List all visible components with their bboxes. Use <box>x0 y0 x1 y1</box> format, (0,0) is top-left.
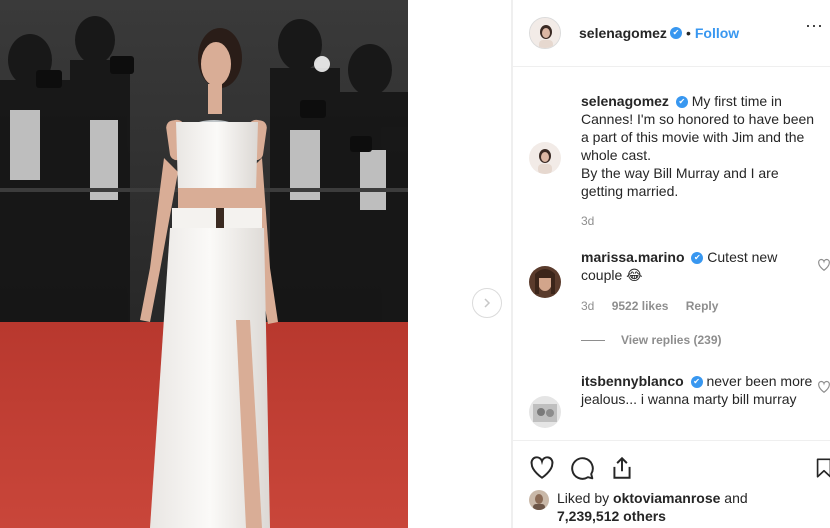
post-photo[interactable] <box>0 0 408 528</box>
liked-by-others[interactable]: 7,239,512 others <box>557 508 666 524</box>
post-actions-bar: Liked by oktoviamanrose and 7,239,512 ot… <box>513 440 830 528</box>
red-carpet-photo <box>0 0 408 528</box>
liker-avatar[interactable] <box>529 490 549 510</box>
reply-button[interactable]: Reply <box>686 299 719 313</box>
liked-by-text: Liked by oktoviamanrose and 7,239,512 ot… <box>557 489 748 525</box>
liked-by-summary: Liked by oktoviamanrose and 7,239,512 ot… <box>529 489 748 525</box>
comment-like-heart-icon[interactable] <box>817 380 830 394</box>
comment-bubble-icon[interactable] <box>569 455 595 481</box>
avatar-image <box>529 396 561 428</box>
comment-username[interactable]: itsbennyblanco <box>581 373 684 389</box>
commenter-avatar[interactable] <box>529 396 561 428</box>
avatar-image <box>529 490 549 510</box>
next-image-button[interactable] <box>472 288 502 318</box>
liked-by-prefix: Liked by <box>557 490 614 506</box>
post-side-panel: selenagomez ✔ • Follow ··· selenagomez ✔… <box>512 0 830 528</box>
save-bookmark-icon[interactable] <box>813 455 830 481</box>
post-header: selenagomez ✔ • Follow ··· <box>513 0 830 67</box>
avatar-image <box>529 142 561 174</box>
comment-username[interactable]: marissa.marino <box>581 249 685 265</box>
separator-dot: • <box>685 25 691 41</box>
author-avatar[interactable] <box>529 17 561 49</box>
caption-body-2: By the way Bill Murray and I are getting… <box>581 165 779 199</box>
caption-text: selenagomez ✔ My first time in Cannes! I… <box>581 92 821 200</box>
liked-by-suffix: and <box>720 490 748 506</box>
comment-meta: 3d 9522 likes Reply <box>581 299 732 313</box>
verified-badge-icon: ✔ <box>690 376 703 389</box>
comment-text: itsbennyblanco ✔ never been more jealous… <box>581 372 821 408</box>
author-username[interactable]: selenagomez <box>579 25 667 41</box>
commenter-avatar[interactable] <box>529 266 561 298</box>
caption-meta: 3d <box>581 214 608 228</box>
comment-text: marissa.marino ✔ Cutest new couple 😂 <box>581 248 821 284</box>
avatar-image <box>529 266 561 298</box>
comment-like-heart-icon[interactable] <box>817 258 830 272</box>
photo-gutter <box>408 0 512 528</box>
caption-username[interactable]: selenagomez <box>581 93 669 109</box>
avatar-image <box>530 18 560 48</box>
verified-badge-icon: ✔ <box>691 252 704 265</box>
like-heart-icon[interactable] <box>529 455 555 481</box>
replies-divider-line <box>581 339 605 341</box>
verified-badge-icon: ✔ <box>675 96 688 109</box>
view-replies-label: View replies (239) <box>621 333 722 347</box>
share-icon[interactable] <box>609 455 635 481</box>
view-replies-button[interactable]: View replies (239) <box>513 333 722 347</box>
follow-button[interactable]: Follow <box>695 25 739 41</box>
liked-by-user[interactable]: oktoviamanrose <box>613 490 720 506</box>
caption-avatar[interactable] <box>529 142 561 174</box>
verified-badge-icon: ✔ <box>669 27 682 39</box>
comment-time[interactable]: 3d <box>581 299 594 313</box>
caption-time[interactable]: 3d <box>581 214 594 228</box>
more-options-icon[interactable]: ··· <box>805 16 823 34</box>
comments-list[interactable]: selenagomez ✔ My first time in Cannes! I… <box>513 68 830 440</box>
chevron-right-icon <box>484 298 491 308</box>
comment-likes-count[interactable]: 9522 likes <box>612 299 669 313</box>
